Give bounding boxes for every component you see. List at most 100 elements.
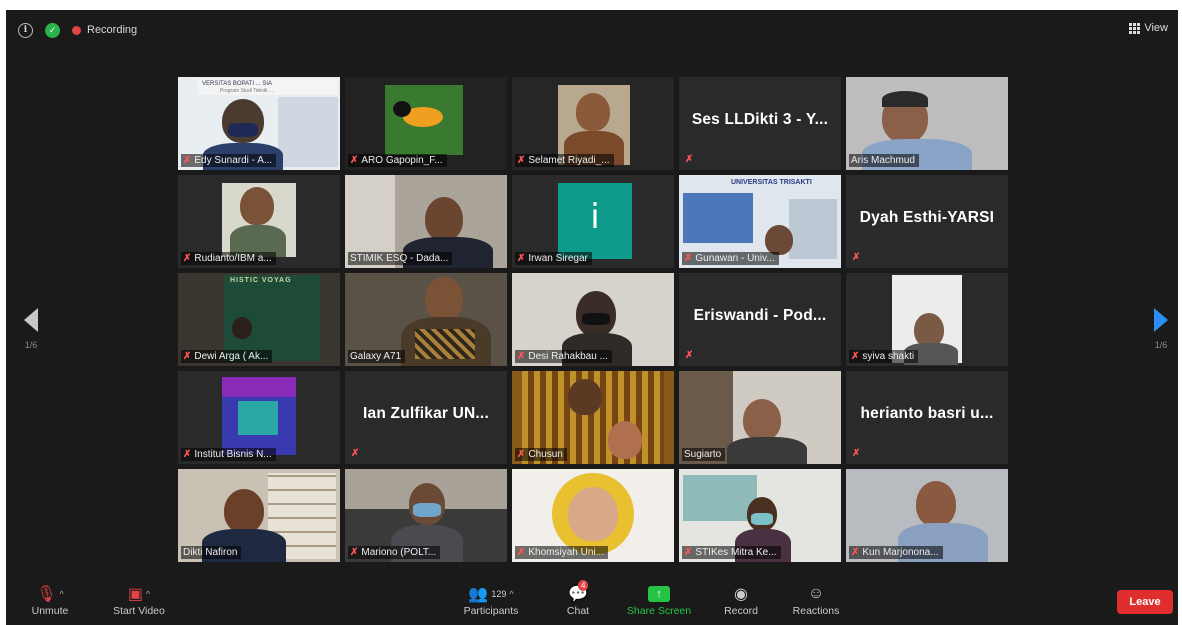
participants-icon: 👥 <box>468 586 489 603</box>
share-screen-icon: ↑ <box>648 586 670 602</box>
participant-name: ✗ Chusun <box>515 448 567 461</box>
participant-tile[interactable]: ✗ Kun Marjonona... <box>846 469 1008 562</box>
record-label: Record <box>724 605 758 617</box>
next-page-button[interactable]: 1/6 <box>1154 308 1168 350</box>
slide-header-text: VERSITAS BOPATI ... SIA <box>202 81 273 87</box>
participant-tile[interactable]: VERSITAS BOPATI ... SIA Program Studi Te… <box>178 77 340 170</box>
chat-button[interactable]: 💬 4 Chat <box>558 580 598 617</box>
muted-mic-icon: ✗ <box>183 351 192 362</box>
participant-tile[interactable]: Galaxy A71 <box>345 273 507 366</box>
info-icon[interactable]: i <box>18 22 33 38</box>
muted-mic-icon: ✗ <box>685 350 694 361</box>
start-video-button[interactable]: ▣ ^ Start Video <box>104 583 174 617</box>
security-shield-icon[interactable]: ✓ <box>45 22 60 38</box>
participant-tile[interactable]: UNIVERSITAS TRISAKTI ✗ Gunawan - Univ... <box>679 175 841 268</box>
participant-name-large: Eriswandi - Pod... <box>693 307 827 324</box>
participant-name-large: Ses LLDikti 3 - Y... <box>691 111 829 128</box>
participant-tile[interactable]: Ses LLDikti 3 - Y... ✗ <box>679 77 841 170</box>
participant-name: ✗ Desi Rahakbau ... <box>515 350 612 363</box>
chevron-up-icon[interactable]: ^ <box>60 589 64 599</box>
muted-mic-icon: ✗ <box>351 448 360 459</box>
participant-name: ✗ Irwan Siregar <box>515 252 592 265</box>
share-screen-button[interactable]: ↑ Share Screen <box>622 583 696 617</box>
participant-tile[interactable]: STIMIK ESQ - Dada... <box>345 175 507 268</box>
participant-tile[interactable]: ✗ STIKes Mitra Ke... <box>679 469 841 562</box>
gallery-grid: VERSITAS BOPATI ... SIA Program Studi Te… <box>178 77 1018 562</box>
book-title-text: HISTIC VOYAG <box>230 277 292 284</box>
muted-mic-icon: ✗ <box>684 547 693 558</box>
trisakti-logo-text: UNIVERSITAS TRISAKTI <box>731 179 812 186</box>
muted-mic-icon: ✗ <box>183 155 192 166</box>
muted-mic-icon: ✗ <box>517 449 526 460</box>
participant-name: ✗ syiva shakti <box>849 350 919 363</box>
participant-tile[interactable]: ✗ Institut Bisnis N... <box>178 371 340 464</box>
participant-name-large: Ian Zulfikar UN... <box>363 405 489 422</box>
participant-name-large: herianto basri u... <box>860 405 994 422</box>
view-button[interactable]: View <box>1129 22 1168 34</box>
participant-name: Aris Machmud <box>849 154 919 167</box>
participant-tile[interactable]: ✗ Selamet Riyadi_... <box>512 77 674 170</box>
slide-subtitle-text: Program Studi Teknik ... <box>220 88 273 94</box>
video-off-icon: ▣ <box>127 586 143 603</box>
participant-name: STIMIK ESQ - Dada... <box>348 252 453 265</box>
participant-tile[interactable]: ✗ Chusun <box>512 371 674 464</box>
grid-view-icon <box>1129 22 1141 34</box>
reactions-button[interactable]: ☺ Reactions <box>788 583 844 617</box>
participants-count: 129 <box>491 589 507 599</box>
start-video-label: Start Video <box>113 605 165 617</box>
reactions-label: Reactions <box>792 605 840 617</box>
participant-name: ✗ Khomsiyah Uni... <box>515 546 608 559</box>
share-screen-label: Share Screen <box>626 605 692 617</box>
leave-button[interactable]: Leave <box>1117 590 1173 614</box>
unmute-button[interactable]: 🎙 ^ Unmute <box>20 583 80 617</box>
participants-button[interactable]: 👥 129 ^ Participants <box>446 583 536 617</box>
previous-page-button[interactable]: 1/6 <box>24 308 38 350</box>
participant-name: ✗ Institut Bisnis N... <box>181 448 276 461</box>
page-indicator-left: 1/6 <box>24 340 38 350</box>
participant-tile[interactable]: ✗ Desi Rahakbau ... <box>512 273 674 366</box>
participant-tile[interactable]: HISTIC VOYAG ✗ Dewi Arga ( Ak... <box>178 273 340 366</box>
participant-name: Galaxy A71 <box>348 350 406 363</box>
participant-tile-active-speaker[interactable]: Dikti Nafiron <box>178 469 340 562</box>
participant-tile[interactable]: Aris Machmud <box>846 77 1008 170</box>
participant-tile[interactable]: ✗ Rudianto/IBM a... <box>178 175 340 268</box>
reactions-icon: ☺ <box>807 585 825 602</box>
participant-tile[interactable]: Dyah Esthi-YARSI ✗ <box>846 175 1008 268</box>
muted-mic-icon: ✗ <box>517 253 526 264</box>
record-button[interactable]: ◉ Record <box>718 583 764 617</box>
participant-tile[interactable]: ✗ Mariono (POLT... <box>345 469 507 562</box>
participant-name: ✗ ARO Gapopin_F... <box>348 154 447 167</box>
participant-tile[interactable]: ✗ ARO Gapopin_F... <box>345 77 507 170</box>
participant-tile[interactable]: ✗ Khomsiyah Uni... <box>512 469 674 562</box>
muted-mic-icon: ✗ <box>685 154 694 165</box>
muted-mic-icon: ✗ <box>183 449 192 460</box>
recording-label: Recording <box>87 24 138 36</box>
muted-mic-icon: ✗ <box>684 253 693 264</box>
unmute-label: Unmute <box>31 605 69 617</box>
muted-mic-icon: ✗ <box>852 448 861 459</box>
chevron-up-icon[interactable]: ^ <box>509 589 513 599</box>
participant-name-large: Dyah Esthi-YARSI <box>859 209 995 226</box>
participant-tile[interactable]: Sugiarto <box>679 371 841 464</box>
muted-mic-icon: ✗ <box>350 547 359 558</box>
participant-tile[interactable]: herianto basri u... ✗ <box>846 371 1008 464</box>
muted-mic-icon: ✗ <box>517 547 526 558</box>
meeting-controls-bar: 🎙 ^ Unmute ▣ ^ Start Video 👥 129 ^ Participa… <box>6 579 1178 625</box>
participant-name: ✗ Mariono (POLT... <box>348 546 441 559</box>
chevron-right-icon <box>1154 308 1168 332</box>
avatar-letter: i <box>590 197 600 237</box>
meeting-topbar: i ✓ Recording View <box>6 10 1178 50</box>
muted-mic-icon: ✗ <box>851 547 860 558</box>
muted-mic-icon: ✗ <box>350 155 359 166</box>
participant-tile[interactable]: i ✗ Irwan Siregar <box>512 175 674 268</box>
participant-name: ✗ Kun Marjonona... <box>849 546 943 559</box>
participant-tile[interactable]: Ian Zulfikar UN... ✗ <box>345 371 507 464</box>
participant-tile[interactable]: ✗ syiva shakti <box>846 273 1008 366</box>
muted-microphone-icon: 🎙 <box>36 586 57 603</box>
muted-mic-icon: ✗ <box>852 252 861 263</box>
participant-name: ✗ Gunawan - Univ... <box>682 252 779 265</box>
chevron-up-icon[interactable]: ^ <box>146 589 150 599</box>
page-indicator-right: 1/6 <box>1154 340 1168 350</box>
participants-label: Participants <box>463 605 519 617</box>
participant-tile[interactable]: Eriswandi - Pod... ✗ <box>679 273 841 366</box>
